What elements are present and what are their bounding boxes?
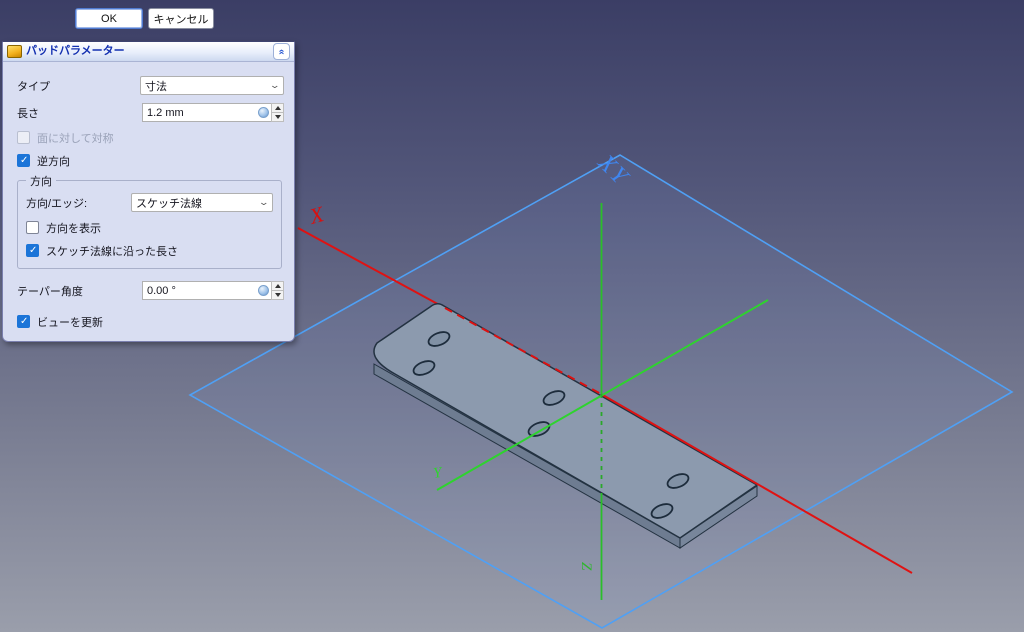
- ok-button[interactable]: OK: [75, 8, 143, 29]
- cancel-button[interactable]: キャンセル: [148, 8, 214, 29]
- panel-body: タイプ 寸法 ⌄ 長さ 1.2 mm 面に対して対称: [3, 62, 294, 341]
- show-direction-checkbox[interactable]: [26, 221, 39, 234]
- triangle-down-icon: [275, 115, 281, 119]
- show-direction-checkbox-row[interactable]: 方向を表示: [26, 220, 273, 235]
- chevron-double-up-icon: »: [277, 49, 287, 55]
- type-combobox[interactable]: 寸法 ⌄: [140, 76, 284, 95]
- show-direction-label: 方向を表示: [46, 220, 101, 236]
- panel-title: パッドパラメーター: [26, 46, 269, 57]
- z-axis-label: Z: [578, 562, 594, 571]
- update-view-label: ビューを更新: [37, 314, 103, 330]
- type-label: タイプ: [17, 78, 140, 94]
- update-view-checkbox-row[interactable]: ビューを更新: [17, 314, 284, 329]
- symmetric-label: 面に対して対称: [37, 130, 114, 146]
- expression-icon[interactable]: [258, 285, 269, 296]
- direction-group-legend: 方向: [26, 173, 56, 189]
- direction-groupbox: 方向 方向/エッジ: スケッチ法線 ⌄ 方向を表示 スケッチ法線に沿った長さ: [17, 180, 282, 269]
- collapse-button[interactable]: »: [273, 43, 290, 60]
- x-axis-label: X: [306, 201, 328, 229]
- spin-down-button[interactable]: [271, 113, 284, 122]
- spin-up-button[interactable]: [271, 281, 284, 291]
- taper-row: テーパー角度 0.00 °: [17, 281, 284, 300]
- direction-edge-value: スケッチ法線: [136, 195, 202, 211]
- length-label: 長さ: [17, 105, 142, 121]
- taper-label: テーパー角度: [17, 283, 142, 299]
- taper-spinbox[interactable]: 0.00 °: [142, 281, 284, 300]
- reversed-checkbox[interactable]: [17, 154, 30, 167]
- triangle-down-icon: [275, 293, 281, 297]
- spin-up-button[interactable]: [271, 103, 284, 113]
- chevron-down-icon: ⌄: [270, 80, 281, 91]
- reversed-checkbox-row[interactable]: 逆方向: [17, 153, 284, 168]
- along-normal-checkbox[interactable]: [26, 244, 39, 257]
- triangle-up-icon: [275, 106, 281, 110]
- taper-value: 0.00 °: [147, 285, 258, 297]
- expression-icon[interactable]: [258, 107, 269, 118]
- along-normal-label: スケッチ法線に沿った長さ: [46, 243, 178, 259]
- panel-header[interactable]: パッドパラメーター »: [3, 42, 294, 62]
- reversed-label: 逆方向: [37, 153, 70, 169]
- pad-icon: [7, 45, 22, 58]
- symmetric-checkbox[interactable]: [17, 131, 30, 144]
- triangle-up-icon: [275, 284, 281, 288]
- type-row: タイプ 寸法 ⌄: [17, 76, 284, 95]
- spin-down-button[interactable]: [271, 291, 284, 300]
- length-spinbox[interactable]: 1.2 mm: [142, 103, 284, 122]
- chevron-down-icon: ⌄: [259, 197, 270, 208]
- length-value: 1.2 mm: [147, 107, 258, 119]
- along-normal-checkbox-row[interactable]: スケッチ法線に沿った長さ: [26, 243, 273, 258]
- pad-parameters-panel: パッドパラメーター » タイプ 寸法 ⌄ 長さ 1.2 mm: [2, 41, 295, 342]
- direction-edge-label: 方向/エッジ:: [26, 195, 131, 211]
- direction-edge-combobox[interactable]: スケッチ法線 ⌄: [131, 193, 273, 212]
- symmetric-checkbox-row[interactable]: 面に対して対称: [17, 130, 284, 145]
- length-row: 長さ 1.2 mm: [17, 103, 284, 122]
- type-value: 寸法: [145, 78, 167, 94]
- direction-edge-row: 方向/エッジ: スケッチ法線 ⌄: [26, 193, 273, 212]
- update-view-checkbox[interactable]: [17, 315, 30, 328]
